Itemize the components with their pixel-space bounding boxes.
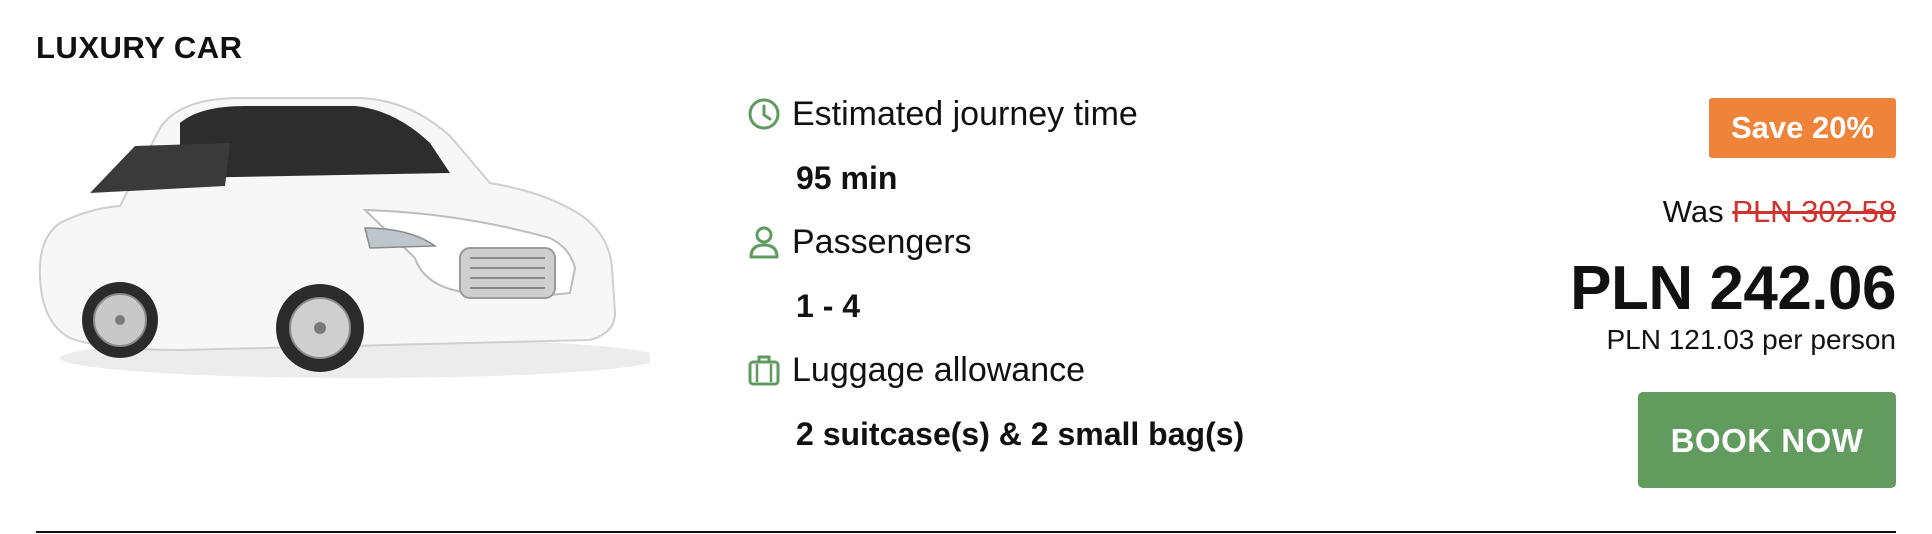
journey-time-label: Estimated journey time [792, 94, 1138, 133]
luggage-row: Luggage allowance [744, 344, 1384, 396]
luggage-value: 2 suitcase(s) & 2 small bag(s) [796, 416, 1245, 452]
original-price: PLN 302.58 [1732, 194, 1896, 229]
price-per-person: PLN 121.03 per person [1606, 324, 1896, 355]
passengers-value: 1 - 4 [796, 288, 861, 324]
passengers-label: Passengers [792, 222, 972, 261]
was-price-line: Was PLN 302.58 [1476, 194, 1896, 230]
car-illustration [38, 97, 660, 378]
bottom-divider [36, 531, 1896, 533]
journey-time-row: Estimated journey time [744, 88, 1384, 140]
clock-icon [744, 94, 784, 134]
car-image [30, 88, 660, 388]
vehicle-title: LUXURY CAR [36, 30, 243, 65]
suitcase-icon [744, 350, 784, 390]
discount-badge: Save 20% [1708, 98, 1896, 158]
person-icon [744, 222, 784, 262]
trip-details: Estimated journey time 95 min Passengers… [744, 88, 1384, 472]
journey-time-value: 95 min [796, 160, 898, 196]
book-now-button[interactable]: BOOK NOW [1638, 392, 1896, 488]
was-label: Was [1662, 194, 1724, 229]
luggage-label: Luggage allowance [792, 350, 1086, 389]
pricing-panel: Save 20% Was PLN 302.58 PLN 242.06 PLN 1… [1476, 98, 1897, 488]
passengers-row: Passengers [744, 216, 1384, 268]
current-price: PLN 242.06 [1570, 254, 1896, 323]
